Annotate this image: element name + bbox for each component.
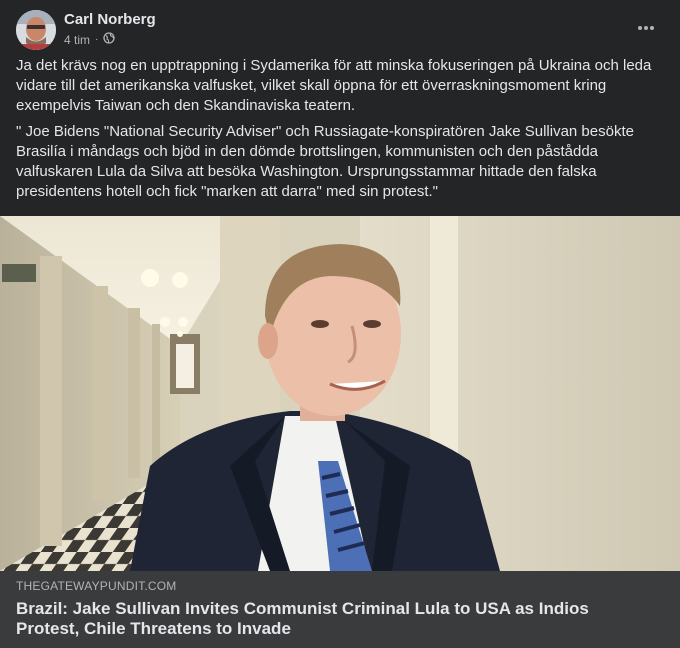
post-paragraph-1: Ja det krävs nog en upptrappning i Sydam… — [16, 57, 652, 114]
link-preview-card[interactable]: THEGATEWAYPUNDIT.COM Brazil: Jake Sulliv… — [0, 571, 680, 648]
facebook-post: Carl Norberg 4 tim · Ja det krävs nog en… — [0, 0, 680, 648]
more-horizontal-icon — [638, 26, 654, 30]
link-title[interactable]: Brazil: Jake Sullivan Invites Communist … — [16, 599, 656, 639]
post-timestamp[interactable]: 4 tim — [64, 33, 90, 47]
globe-icon — [103, 32, 116, 47]
author-avatar[interactable] — [16, 10, 56, 50]
link-domain: THEGATEWAYPUNDIT.COM — [16, 579, 177, 593]
meta-separator: · — [95, 34, 99, 45]
post-meta: 4 tim · — [64, 32, 116, 47]
link-preview-image[interactable] — [0, 216, 680, 571]
photo-man-in-hallway — [0, 216, 680, 571]
author-name[interactable]: Carl Norberg — [64, 11, 156, 28]
more-options-button[interactable] — [634, 16, 658, 40]
post-header: Carl Norberg 4 tim · — [16, 10, 664, 50]
post-text: Ja det krävs nog en upptrappning i Sydam… — [16, 56, 658, 208]
avatar-photo — [16, 10, 56, 50]
post-paragraph-2: " Joe Bidens "National Security Adviser"… — [16, 123, 634, 200]
